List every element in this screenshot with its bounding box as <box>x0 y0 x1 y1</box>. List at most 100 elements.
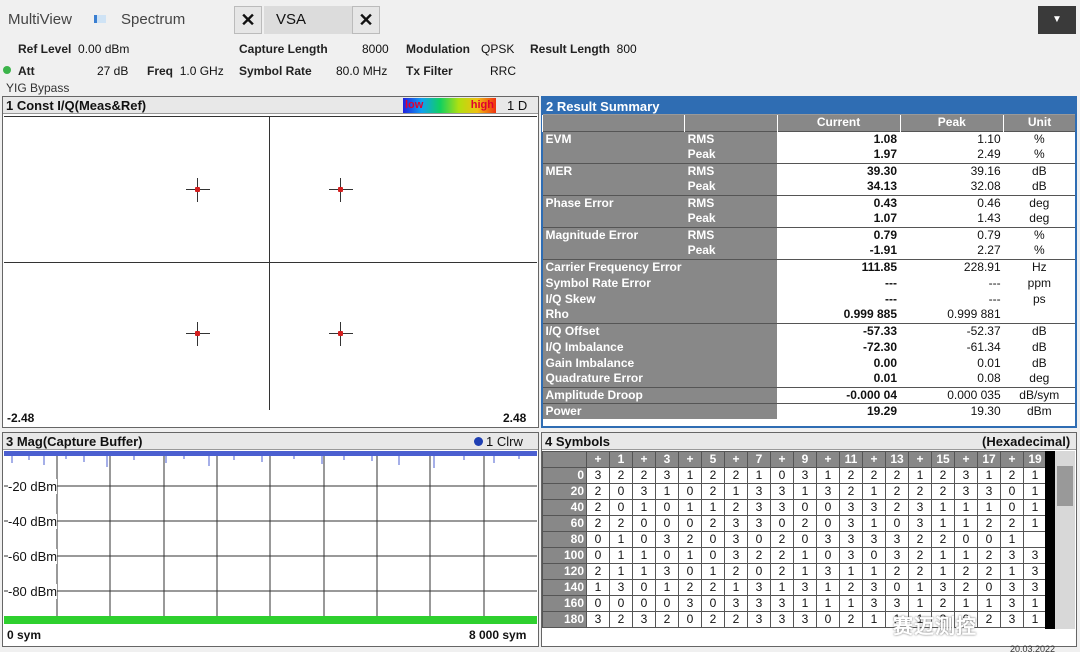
symbol-cell: 1 <box>977 467 1001 484</box>
symbols-scroll-thumb[interactable] <box>1057 466 1073 506</box>
result-label: I/Q Imbalance <box>542 339 685 355</box>
result-label <box>542 243 685 259</box>
result-current: 19.29 <box>777 402 900 419</box>
tab-spectrum[interactable]: Spectrum <box>121 6 185 34</box>
symbol-cell: 2 <box>954 563 978 580</box>
symbol-cell: 1 <box>724 579 748 596</box>
mag-y-label-1: -20 dBm <box>8 479 58 494</box>
symbols-col-header: + <box>954 451 978 468</box>
close-vsa-icon[interactable]: ✕ <box>352 6 380 34</box>
freq-value: 1.0 GHz <box>179 64 224 78</box>
result-unit: deg <box>1003 194 1075 211</box>
symbol-cell: 3 <box>862 499 886 516</box>
symbol-cell: 1 <box>609 547 633 564</box>
grid-vertical <box>269 116 270 410</box>
close-spectrum-icon[interactable]: ✕ <box>234 6 262 34</box>
symbol-cell: 3 <box>1000 611 1024 628</box>
symbol-rate-label: Symbol Rate <box>239 64 312 78</box>
symbol-cell: 2 <box>586 515 610 532</box>
symbol-cell: 2 <box>954 579 978 596</box>
result-sub <box>684 371 778 387</box>
capture-length-value: 8000 <box>362 42 389 56</box>
dropdown-icon[interactable]: ▼ <box>1038 6 1076 34</box>
symbol-cell: 3 <box>724 595 748 612</box>
symbols-row-index: 60 <box>542 515 587 532</box>
symbol-cell: 2 <box>862 467 886 484</box>
symbol-cell: 3 <box>1000 547 1024 564</box>
vsa-window: MultiView Spectrum ✕ VSA ✕ ▼ Ref Level 0… <box>0 0 1080 652</box>
symbols-row-index: 160 <box>542 595 587 612</box>
result-unit: deg <box>1029 371 1050 386</box>
result-label: Phase Error <box>542 194 685 211</box>
result-unit: dB <box>1031 339 1047 354</box>
result-sub <box>684 307 778 323</box>
date-label: 20.03.2022 <box>1010 644 1056 652</box>
const-color-legend: low high <box>403 98 496 113</box>
symbol-cell: 0 <box>678 483 702 500</box>
result-current: 1.97 <box>873 147 897 162</box>
result-row: I/Q Imbalance -72.30 -61.34 dB <box>542 339 1076 355</box>
symbol-cell: 2 <box>701 483 725 500</box>
result-current: 111.85 <box>777 258 900 275</box>
symbol-cell: 0 <box>586 531 610 548</box>
symbol-cell: 2 <box>977 547 1001 564</box>
symbol-cell: 0 <box>609 499 633 516</box>
symbol-cell: 2 <box>908 483 932 500</box>
symbol-cell: 0 <box>885 579 909 596</box>
symbol-cell: 3 <box>770 499 794 516</box>
symbol-cell: 2 <box>977 611 1001 628</box>
symbols-col-header: 5 <box>701 451 725 468</box>
result-label: I/Q Skew <box>542 291 685 307</box>
symbol-cell: 2 <box>839 611 863 628</box>
tx-filter-label: Tx Filter <box>406 64 453 78</box>
result-label: Carrier Frequency Error <box>542 258 685 275</box>
tx-filter-value: RRC <box>490 64 516 78</box>
symbol-cell: 1 <box>793 547 817 564</box>
result-sub: RMS <box>684 162 778 179</box>
mag-plot[interactable] <box>4 451 537 626</box>
symbol-cell: 3 <box>977 483 1001 500</box>
result-sub: RMS <box>684 130 778 147</box>
result-row: Peak 1.97 2.49% <box>542 147 1076 163</box>
const-plot[interactable] <box>4 116 537 410</box>
symbol-cell: 1 <box>862 515 886 532</box>
grid-horizontal <box>4 262 537 263</box>
result-unit: dBm <box>1003 402 1075 419</box>
const-point-q4 <box>329 322 353 346</box>
symbols-row: 100 0 1 1 0 1 0 3 2 2 1 0 3 0 3 2 1 1 2 3 3 <box>542 547 1047 564</box>
symbol-cell: 1 <box>678 499 702 516</box>
symbol-cell: 1 <box>678 547 702 564</box>
symbol-cell: 1 <box>793 595 817 612</box>
symbol-cell: 1 <box>931 547 955 564</box>
symbol-cell: 3 <box>724 515 748 532</box>
symbol-cell: 1 <box>931 499 955 516</box>
result-peak: 19.30 <box>900 402 1004 419</box>
result-sub <box>684 258 778 275</box>
symbol-cell: 1 <box>1000 563 1024 580</box>
symbols-row-index: 140 <box>542 579 587 596</box>
tab-vsa[interactable]: VSA <box>264 6 352 34</box>
symbols-scroll-track <box>1045 451 1055 629</box>
tab-multiview[interactable]: MultiView <box>8 6 72 34</box>
result-current: -72.30 <box>862 339 897 354</box>
symbol-cell: 0 <box>632 531 656 548</box>
att-label: Att <box>18 64 35 78</box>
result-peak: 1.10 <box>900 130 1004 147</box>
symbol-cell: 0 <box>632 579 656 596</box>
symbols-col-header: + <box>586 451 610 468</box>
symbol-cell: 1 <box>609 531 633 548</box>
att-indicator-icon <box>3 66 11 74</box>
symbol-cell: 1 <box>793 563 817 580</box>
symbol-cell: 3 <box>770 595 794 612</box>
symbol-cell: 1 <box>1000 531 1024 548</box>
symbol-cell: 1 <box>747 467 771 484</box>
result-current: -1.91 <box>869 243 897 258</box>
result-label: Symbol Rate Error <box>542 275 685 291</box>
symbol-cell: 3 <box>839 515 863 532</box>
symbol-cell: 0 <box>793 499 817 516</box>
result-sub <box>684 355 778 371</box>
symbol-cell: 3 <box>609 579 633 596</box>
symbol-cell: 3 <box>816 483 840 500</box>
symbol-cell: 3 <box>655 563 679 580</box>
symbol-cell: 0 <box>701 531 725 548</box>
